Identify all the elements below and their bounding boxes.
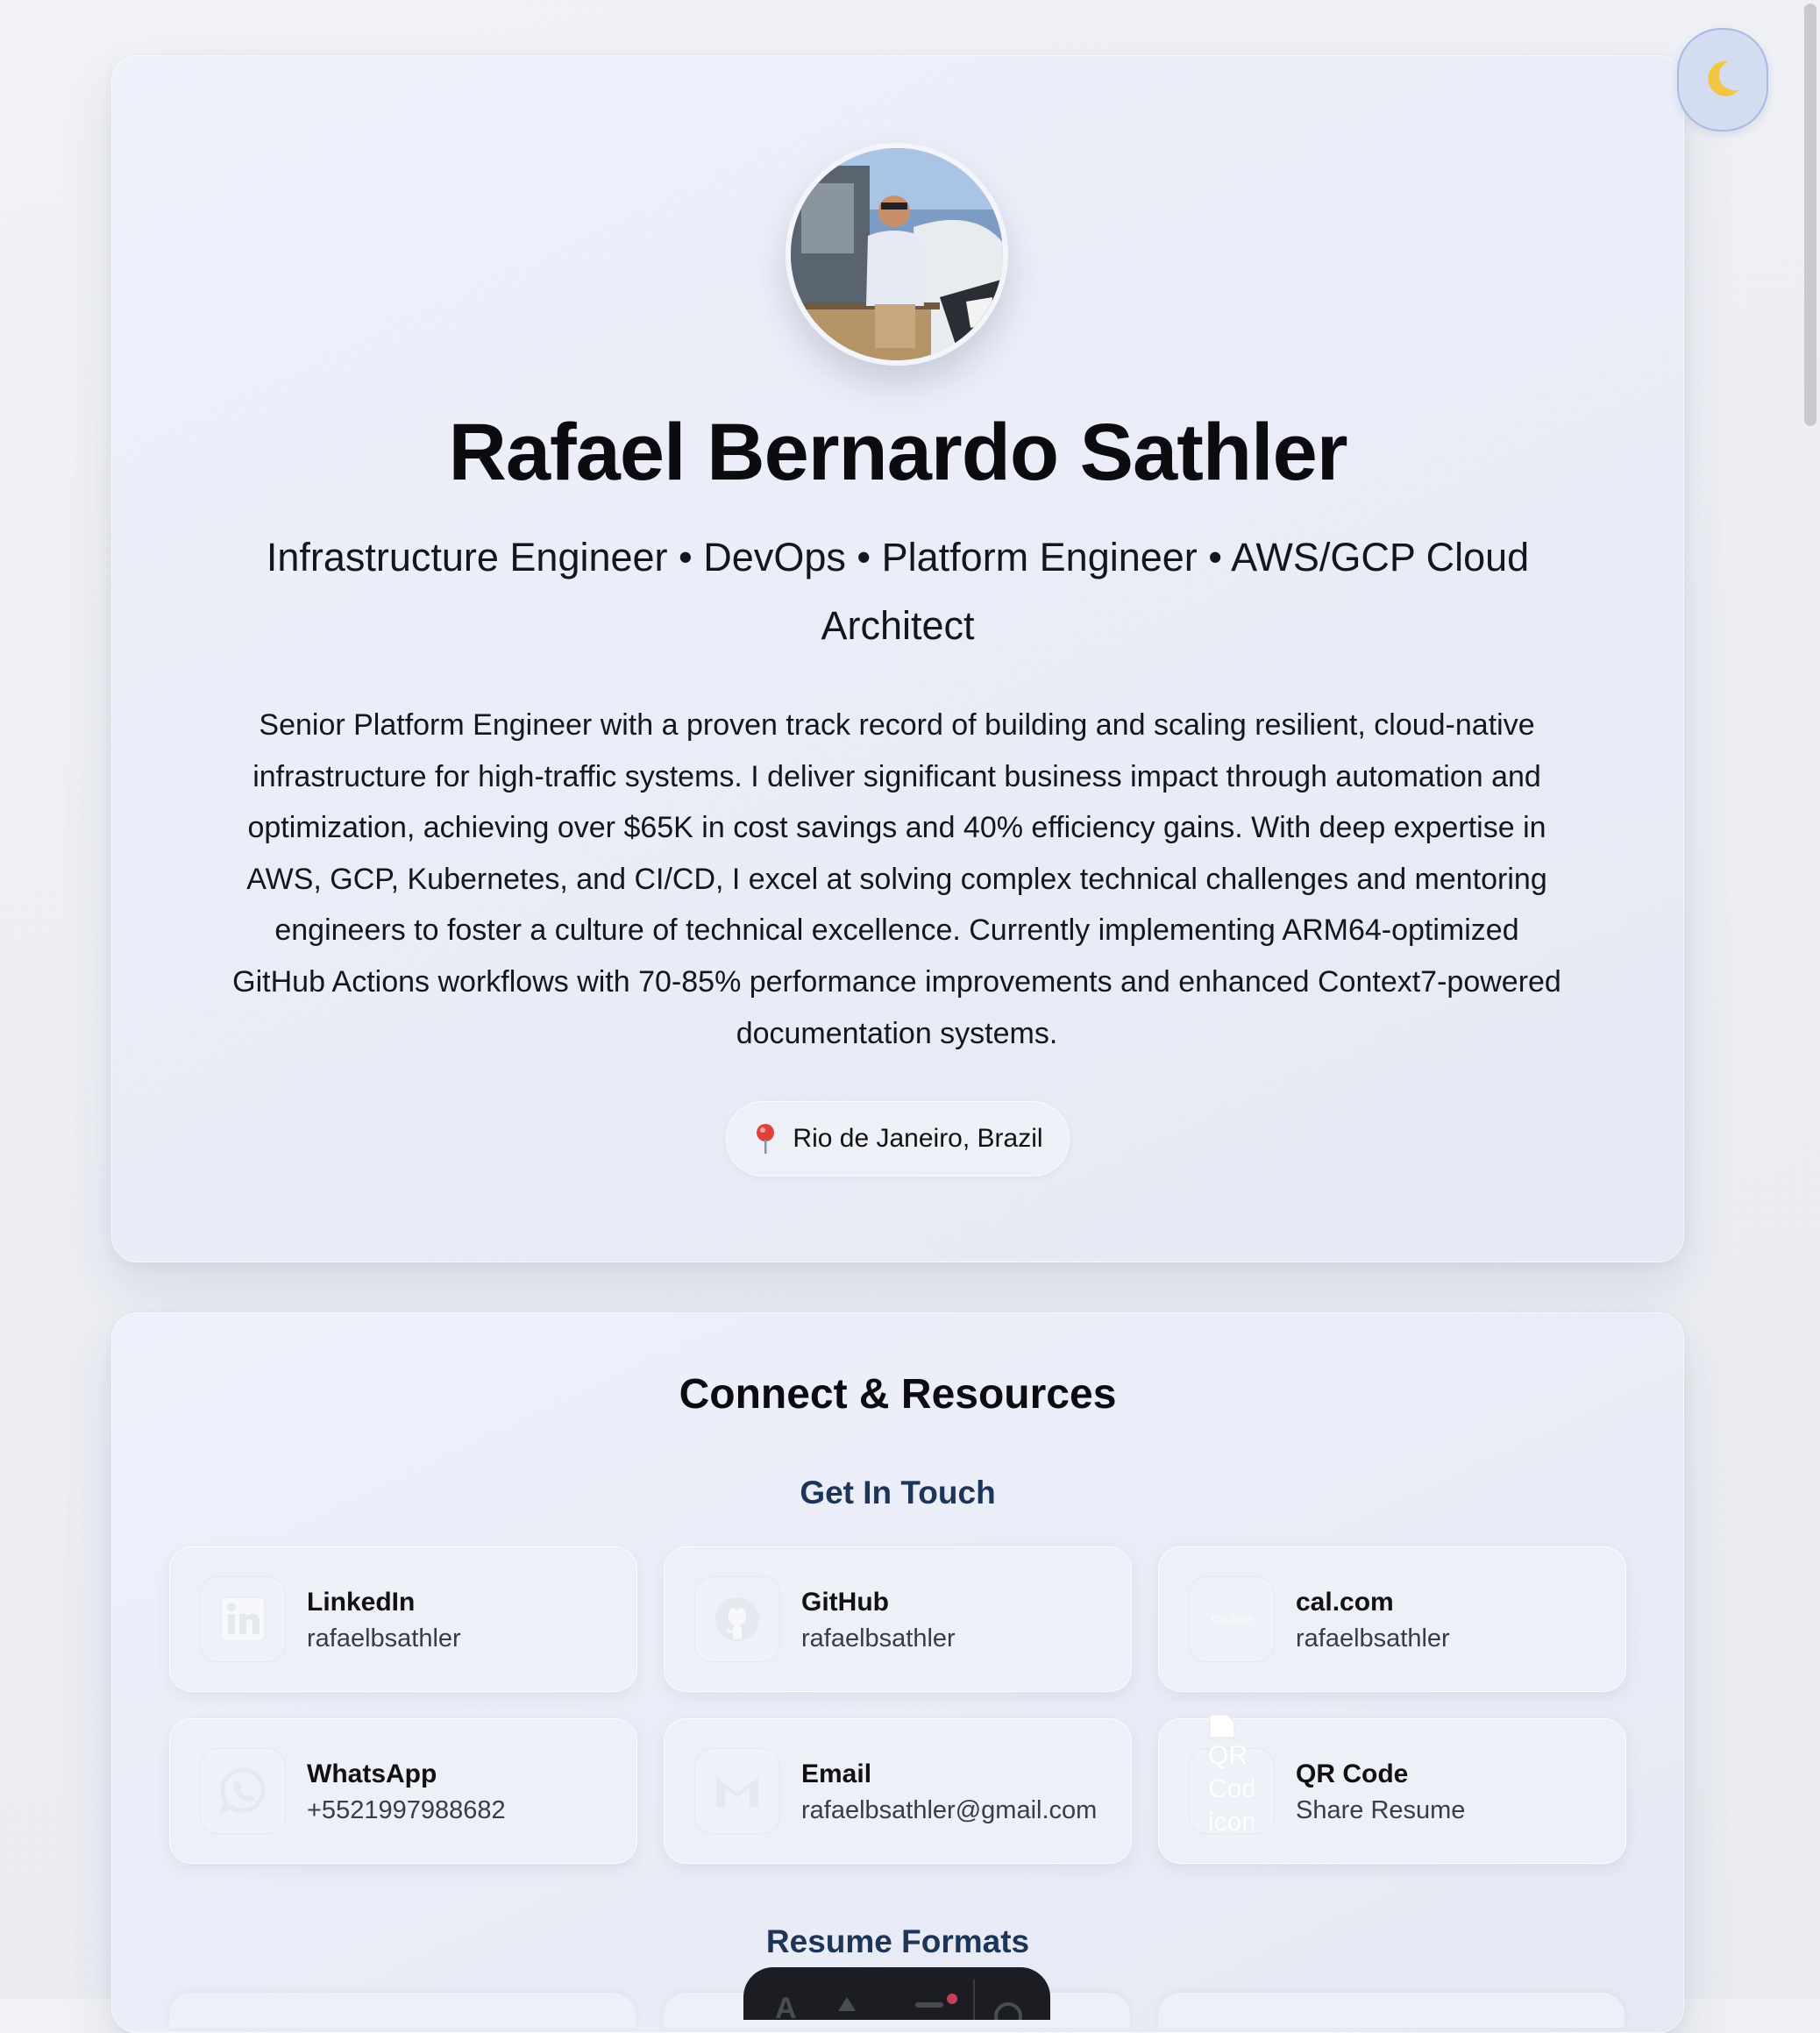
resume-format-tile[interactable]: [1158, 1993, 1624, 2028]
broken-image-icon: QR Code icon: [1208, 1713, 1254, 1862]
linkedin-link[interactable]: LinkedIn rafaelbsathler: [169, 1546, 637, 1692]
profile-bio: Senior Platform Engineer with a proven t…: [232, 708, 1561, 1050]
location-pin-icon: [752, 1122, 778, 1155]
email-address: rafaelbsathler@gmail.com: [801, 1796, 1098, 1824]
whatsapp-number: +5521997988682: [307, 1796, 506, 1824]
calcom-label: cal.com: [1296, 1588, 1394, 1617]
theme-toggle-button[interactable]: [1677, 28, 1768, 132]
profile-subtitle: Infrastructure Engineer • DevOps • Platf…: [266, 535, 1530, 648]
whatsapp-icon: [200, 1748, 286, 1834]
linkedin-icon: [200, 1576, 286, 1662]
qr-code-label: QR Code: [1296, 1759, 1409, 1788]
gmail-icon: [694, 1748, 780, 1834]
notification-dot-icon: [947, 1994, 957, 2004]
get-in-touch-heading: Get In Touch: [800, 1475, 996, 1511]
resume-formats-heading: Resume Formats: [765, 1923, 1030, 1959]
page-scrollbar[interactable]: [1804, 4, 1816, 426]
toolbar-divider: [973, 1980, 975, 2020]
whatsapp-link[interactable]: WhatsApp +5521997988682: [169, 1718, 637, 1864]
github-icon: [694, 1576, 780, 1662]
qr-code-alt-text: QR Code icon: [1208, 1741, 1254, 1837]
menu-icon: [915, 2002, 943, 2008]
linkedin-handle: rafaelbsathler: [307, 1624, 461, 1653]
brush-icon: [838, 1997, 856, 2011]
github-handle: rafaelbsathler: [801, 1624, 956, 1653]
profile-name: Rafael Bernardo Sathler: [448, 408, 1347, 497]
calcom-handle: rafaelbsathler: [1296, 1624, 1450, 1653]
calcom-icon: Cal.com: [1189, 1576, 1275, 1662]
github-label: GitHub: [801, 1588, 889, 1617]
moon-icon: [1701, 56, 1745, 104]
location-badge: Rio de Janeiro, Brazil: [726, 1101, 1070, 1176]
email-label: Email: [801, 1759, 872, 1788]
floating-toolbar[interactable]: A: [743, 1967, 1050, 2030]
linkedin-label: LinkedIn: [307, 1588, 416, 1617]
settings-icon: [994, 2002, 1022, 2030]
connect-title: Connect & Resources: [679, 1371, 1117, 1418]
location-text: Rio de Janeiro, Brazil: [793, 1124, 1043, 1153]
resume-format-tile[interactable]: [169, 1993, 636, 2028]
text-format-icon: A: [775, 1992, 797, 2020]
calcom-link[interactable]: Cal.com cal.com rafaelbsathler: [1158, 1546, 1626, 1692]
avatar: [786, 143, 1008, 366]
email-link[interactable]: Email rafaelbsathler@gmail.com: [664, 1718, 1132, 1864]
qr-code-subtitle: Share Resume: [1296, 1796, 1466, 1824]
whatsapp-label: WhatsApp: [307, 1759, 437, 1788]
github-link[interactable]: GitHub rafaelbsathler: [664, 1546, 1132, 1692]
